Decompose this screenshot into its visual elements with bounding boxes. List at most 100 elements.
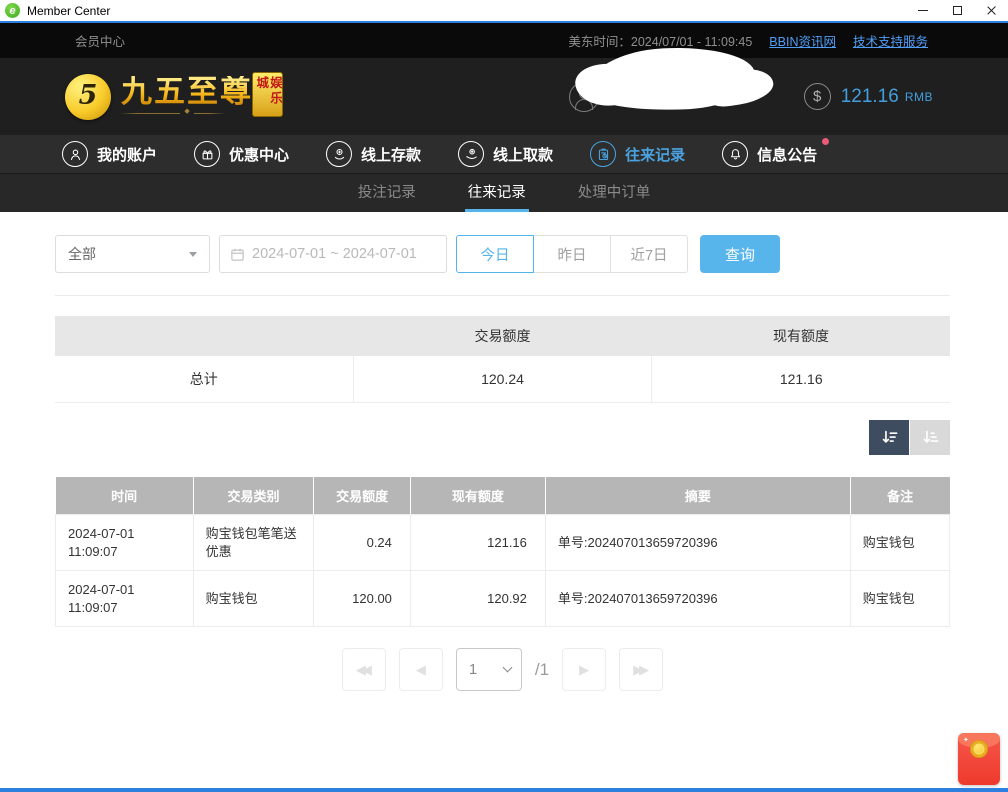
tech-support-link[interactable]: 技术支持服务 [853, 31, 928, 50]
main-nav: 我的账户 优惠中心 线上存款 线上取款 往来记录 [0, 135, 1008, 173]
header-bar: 5 九五至尊 娱乐城 $ 121.16 RMB [0, 58, 1008, 135]
page-select[interactable]: 1 [456, 648, 522, 691]
notification-dot [822, 138, 829, 145]
cell-balance: 120.92 [410, 571, 545, 627]
last-page-button[interactable]: ▶▶ [619, 648, 663, 691]
balance-currency: RMB [905, 90, 933, 104]
close-button[interactable] [974, 0, 1008, 21]
summary-table: 交易额度 现有额度 总计 120.24 121.16 [55, 316, 950, 403]
table-row: 2024-07-01 11:09:07 购宝钱包笔笔送优惠 0.24 121.1… [56, 515, 950, 571]
today-button[interactable]: 今日 [456, 235, 534, 273]
gift-icon [194, 141, 220, 167]
summary-header-row: 交易额度 现有额度 [55, 316, 950, 356]
last7days-button[interactable]: 近7日 [610, 235, 688, 273]
titlebar: e Member Center [0, 0, 1008, 21]
summary-header-trade: 交易额度 [353, 316, 652, 356]
cell-time: 2024-07-01 11:09:07 [56, 571, 194, 627]
col-time: 时间 [56, 477, 194, 515]
cell-summary: 单号:202407013659720396 [545, 515, 850, 571]
gold-coin-icon [970, 740, 988, 758]
date-range-value: 2024-07-01 ~ 2024-07-01 [252, 246, 417, 262]
col-balance: 现有额度 [410, 477, 545, 515]
page-select-value: 1 [469, 661, 477, 678]
cell-amount: 120.00 [314, 571, 411, 627]
person-icon [62, 141, 88, 167]
logo-badge: 娱乐城 [252, 72, 284, 117]
sub-nav: 投注记录 往来记录 处理中订单 [0, 173, 1008, 212]
col-amount: 交易额度 [314, 477, 411, 515]
page-total-label: /1 [535, 660, 549, 680]
bottom-accent-bar [0, 788, 1008, 792]
logo-text: 九五至尊 [121, 76, 253, 109]
date-range-input[interactable]: 2024-07-01 ~ 2024-07-01 [219, 235, 447, 273]
maximize-button[interactable] [940, 0, 974, 21]
table-row: 2024-07-01 11:09:07 购宝钱包 120.00 120.92 单… [56, 571, 950, 627]
summary-header-balance: 现有额度 [652, 316, 950, 356]
info-bar: 会员中心 美东时间：2024/07/01 - 11:09:45 BBIN资讯网 … [0, 23, 1008, 58]
sort-descending-icon [880, 428, 899, 447]
logo-flourish [121, 110, 253, 117]
window-title: Member Center [27, 4, 110, 18]
filter-row: 全部 2024-07-01 ~ 2024-07-01 今日 昨日 近7日 查询 [55, 235, 950, 273]
deposit-coin-hand-icon [326, 141, 352, 167]
cell-time: 2024-07-01 11:09:07 [56, 515, 194, 571]
red-envelope-button[interactable]: ✦ [958, 733, 1000, 785]
summary-total-balance: 121.16 [652, 356, 950, 402]
records-table: 时间 交易类别 交易额度 现有额度 摘要 备注 2024-07-01 11:09… [55, 477, 950, 628]
summary-total-row: 总计 120.24 121.16 [55, 356, 950, 402]
category-select-value: 全部 [68, 244, 96, 264]
sparkle-icon: ✦ [963, 736, 969, 744]
category-select[interactable]: 全部 [55, 235, 210, 273]
yesterday-button[interactable]: 昨日 [533, 235, 611, 273]
calendar-icon [230, 247, 245, 262]
member-center-window: e Member Center 会员中心 美东时间：2024/07/01 - 1… [0, 0, 1008, 792]
content-area: 全部 2024-07-01 ~ 2024-07-01 今日 昨日 近7日 查询 … [0, 212, 1008, 788]
tab-betting-records[interactable]: 投注记录 [355, 174, 419, 212]
previous-page-button[interactable]: ◀ [399, 648, 443, 691]
section-label: 会员中心 [75, 31, 125, 50]
sort-controls [55, 420, 950, 455]
user-area: $ 121.16 RMB [569, 82, 933, 112]
cell-balance: 121.16 [410, 515, 545, 571]
cell-note: 购宝钱包 [850, 571, 949, 627]
site-logo[interactable]: 5 九五至尊 娱乐城 [65, 74, 283, 120]
search-button[interactable]: 查询 [700, 235, 780, 273]
sort-ascending-icon [921, 428, 940, 447]
withdraw-coin-hand-icon [458, 141, 484, 167]
tab-transaction-records[interactable]: 往来记录 [465, 174, 529, 212]
cell-summary: 单号:202407013659720396 [545, 571, 850, 627]
next-page-button[interactable]: ▶ [562, 648, 606, 691]
nav-item-transaction-records[interactable]: 往来记录 [590, 141, 685, 167]
quick-date-group: 今日 昨日 近7日 [456, 235, 688, 273]
minimize-button[interactable] [906, 0, 940, 21]
nav-item-promotions[interactable]: 优惠中心 [194, 141, 289, 167]
sort-descending-button[interactable] [869, 420, 909, 455]
summary-total-label: 总计 [55, 356, 353, 402]
records-clipboard-icon [590, 141, 616, 167]
eastern-time-label: 美东时间：2024/07/01 - 11:09:45 [568, 31, 752, 50]
col-type: 交易类别 [193, 477, 314, 515]
minimize-icon [918, 10, 928, 11]
tab-processing-orders[interactable]: 处理中订单 [575, 174, 654, 212]
first-page-button[interactable]: ◀◀ [342, 648, 386, 691]
nav-item-my-account[interactable]: 我的账户 [62, 141, 157, 167]
col-note: 备注 [850, 477, 949, 515]
close-icon [986, 5, 997, 16]
dollar-icon: $ [804, 83, 831, 110]
bbin-news-link[interactable]: BBIN资讯网 [769, 31, 836, 50]
caret-down-icon [189, 252, 197, 257]
sort-ascending-button[interactable] [910, 420, 950, 455]
nav-item-withdraw[interactable]: 线上取款 [458, 141, 553, 167]
bell-icon [722, 141, 748, 167]
logo-mark-icon: 5 [65, 74, 111, 120]
chevron-down-icon [502, 663, 512, 673]
cell-note: 购宝钱包 [850, 515, 949, 571]
nav-item-announcements[interactable]: 信息公告 [722, 141, 817, 167]
col-summary: 摘要 [545, 477, 850, 515]
cell-type: 购宝钱包笔笔送优惠 [193, 515, 314, 571]
nav-item-deposit[interactable]: 线上存款 [326, 141, 421, 167]
browser-app-icon: e [5, 3, 20, 18]
summary-header-empty [55, 316, 353, 356]
cell-type: 购宝钱包 [193, 571, 314, 627]
maximize-icon [953, 6, 962, 15]
